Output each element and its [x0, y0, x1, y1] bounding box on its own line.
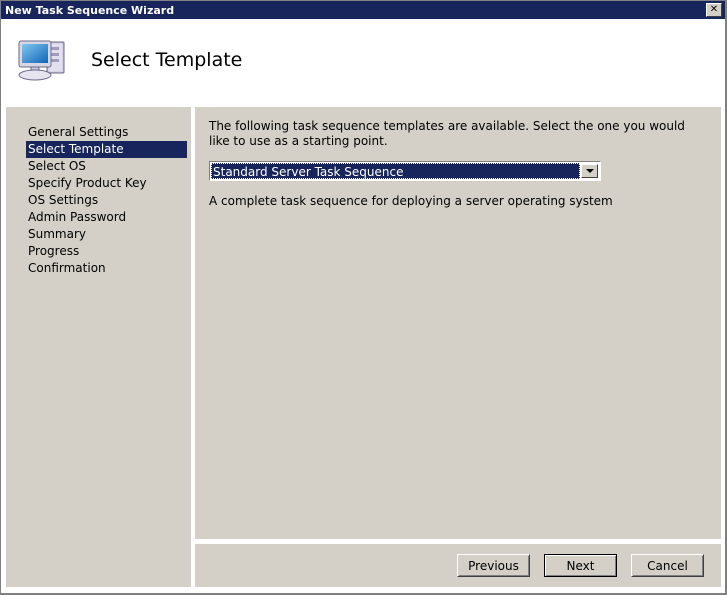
window-title: New Task Sequence Wizard	[5, 3, 175, 17]
sidebar-item-summary[interactable]: Summary	[6, 226, 191, 243]
sidebar-item-progress[interactable]: Progress	[6, 243, 191, 260]
sidebar-item-admin-password[interactable]: Admin Password	[6, 209, 191, 226]
chevron-down-glyph	[585, 169, 594, 173]
intro-text: The following task sequence templates ar…	[209, 119, 685, 148]
template-description: A complete task sequence for deploying a…	[209, 194, 613, 208]
previous-button[interactable]: Previous	[457, 554, 530, 577]
template-select-value[interactable]: Standard Server Task Sequence	[211, 163, 580, 179]
sidebar-item-specify-product-key[interactable]: Specify Product Key	[6, 175, 191, 192]
sidebar-item-select-os[interactable]: Select OS	[6, 158, 191, 175]
wizard-header: Select Template	[2, 20, 724, 100]
sidebar-item-general-settings[interactable]: General Settings	[6, 124, 191, 141]
close-icon[interactable]: ✕	[706, 3, 722, 17]
template-select[interactable]: Standard Server Task Sequence	[209, 161, 601, 181]
content-panel: The following task sequence templates ar…	[195, 107, 721, 539]
wizard-steps-list: General Settings Select Template Select …	[6, 107, 191, 277]
page-title: Select Template	[91, 49, 243, 71]
wizard-window: New Task Sequence Wizard ✕ Select Templa…	[0, 0, 727, 595]
chevron-down-icon[interactable]	[581, 164, 598, 178]
title-bar: New Task Sequence Wizard ✕	[1, 1, 725, 19]
button-bar: Previous Next Cancel	[195, 544, 721, 587]
sidebar-item-select-template[interactable]: Select Template	[26, 141, 187, 158]
content-inner: The following task sequence templates ar…	[195, 107, 721, 208]
wizard-steps-panel: General Settings Select Template Select …	[6, 107, 191, 587]
sidebar-item-confirmation[interactable]: Confirmation	[6, 260, 191, 277]
computer-icon	[15, 34, 71, 86]
cancel-button[interactable]: Cancel	[631, 554, 704, 577]
sidebar-item-os-settings[interactable]: OS Settings	[6, 192, 191, 209]
next-button[interactable]: Next	[544, 554, 617, 577]
